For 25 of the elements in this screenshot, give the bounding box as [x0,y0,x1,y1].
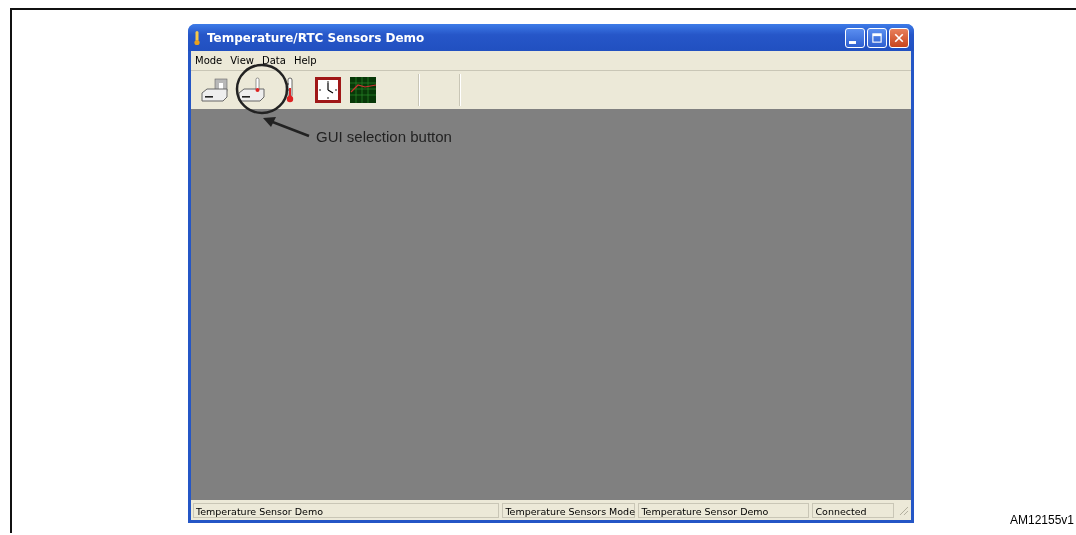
menu-item[interactable]: Help [293,55,317,66]
maximize-icon [871,31,883,44]
status-panel: Temperature Sensors Mode [502,502,636,518]
chart-icon [349,76,377,104]
menu-item[interactable]: Data [262,55,286,66]
device-thermometer-icon [236,77,266,103]
annotation-circle [235,63,289,115]
close-button[interactable] [889,27,909,48]
close-icon [893,31,905,44]
figure-label: AM12155v1 [1009,513,1075,527]
annotation-arrow [262,115,310,139]
menu-item[interactable]: Mode [195,55,223,66]
resize-grip-icon [897,504,909,516]
menu-item[interactable]: View [230,55,254,66]
minimize-button[interactable] [845,27,865,48]
annotation-text: GUI selection button [316,128,452,145]
minimize-icon [848,40,856,44]
device-icon [199,77,229,103]
status-panel: Temperature Sensor Demo [193,502,500,518]
window-title: Temperature/RTC Sensors Demo [207,30,425,45]
status-panel: Connected [812,502,895,518]
maximize-button[interactable] [867,27,887,48]
clock-icon [314,76,342,104]
status-panel: Temperature Sensor Demo [638,502,810,518]
thermometer-icon [193,29,201,46]
